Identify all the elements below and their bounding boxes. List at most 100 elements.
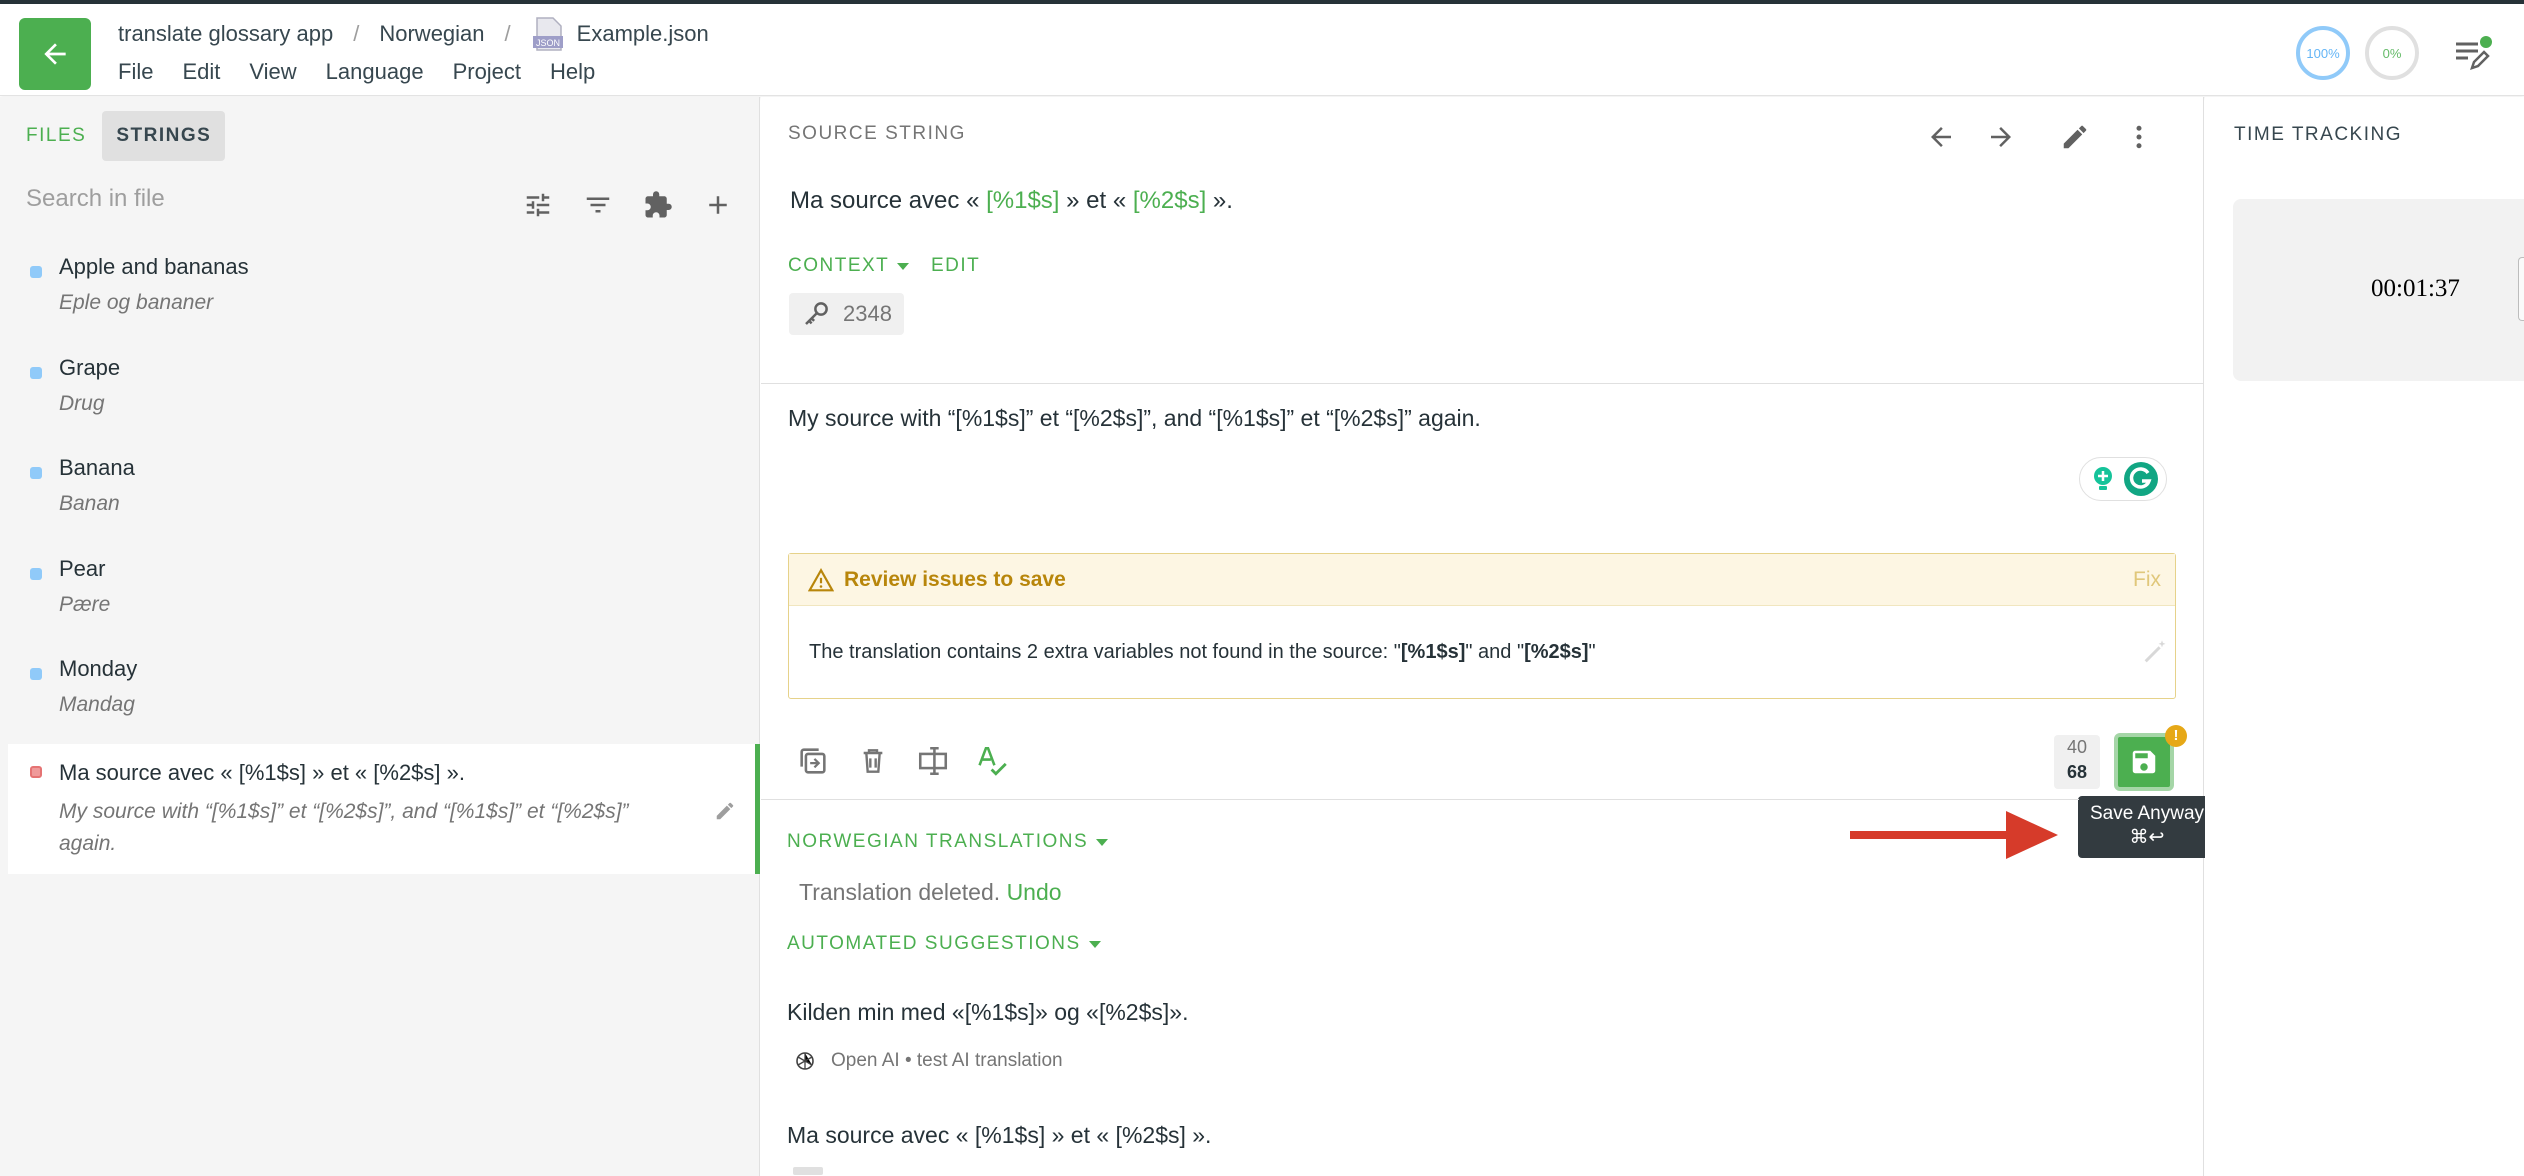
menu-view[interactable]: View (249, 59, 296, 85)
list-item[interactable]: Grape Drug (8, 355, 760, 445)
magic-wand-icon[interactable] (2141, 638, 2169, 666)
menu-project[interactable]: Project (453, 59, 521, 85)
editor-settings-button[interactable] (2452, 34, 2492, 74)
copy-source-button[interactable] (793, 741, 833, 781)
text-box-icon (918, 746, 948, 776)
list-item[interactable]: Monday Mandag (8, 656, 760, 746)
clear-translation-button[interactable] (853, 741, 893, 781)
translation-editor[interactable]: My source with “[%1$s]” et “[%2$s]”, and… (788, 405, 1481, 432)
back-button[interactable] (19, 18, 91, 90)
menu-file[interactable]: File (118, 59, 153, 85)
spellcheck-icon (978, 746, 1007, 776)
issue-text-part: The translation contains 2 extra variabl… (809, 641, 1401, 663)
source-variable[interactable]: [%2$s] (1133, 187, 1206, 214)
issue-text-part: " and " (1465, 641, 1525, 663)
warning-icon (808, 568, 834, 592)
undo-link[interactable]: Undo (1007, 879, 1062, 905)
chevron-down-icon (1096, 838, 1109, 846)
string-key-chip[interactable]: 2348 (789, 293, 904, 335)
item-translation: Pære (59, 593, 111, 616)
openai-icon (796, 1052, 814, 1070)
context-dropdown[interactable]: CONTEXT (788, 255, 910, 277)
menu-edit[interactable]: Edit (182, 59, 220, 85)
grammarly-widget[interactable] (2079, 457, 2167, 501)
item-source: Apple and bananas (59, 254, 249, 279)
spellcheck-button[interactable] (973, 741, 1013, 781)
item-source: Ma source avec « [%1$s] » et « [%2$s] ». (59, 760, 465, 785)
next-string-button[interactable] (1981, 117, 2021, 157)
timer-control[interactable] (2518, 257, 2524, 321)
issue-title: Review issues to save (844, 568, 1066, 591)
more-vert-icon (2136, 125, 2142, 149)
save-icon (2132, 750, 2156, 774)
breadcrumb-language[interactable]: Norwegian (379, 21, 484, 47)
add-string-button[interactable] (700, 187, 736, 223)
suggestions-label: AUTOMATED SUGGESTIONS (787, 933, 1081, 954)
status-dot (30, 766, 42, 778)
source-text-part: ». (1206, 187, 1233, 214)
item-translation: Banan (59, 492, 120, 515)
top-bar: translate glossary app / Norwegian / JSO… (0, 4, 2524, 96)
translated-progress[interactable]: 100% (2296, 26, 2350, 80)
breadcrumb-file[interactable]: Example.json (577, 21, 709, 47)
breadcrumb-project[interactable]: translate glossary app (118, 21, 333, 47)
suggestions-dropdown[interactable]: AUTOMATED SUGGESTIONS (787, 933, 1101, 955)
status-dot (30, 568, 42, 580)
edit-pencil-icon[interactable] (714, 800, 736, 822)
source-variable[interactable]: [%1$s] (986, 187, 1059, 214)
source-text-part: » et « (1059, 187, 1133, 214)
review-issues-panel: Review issues to save Fix The translatio… (788, 553, 2176, 699)
search-input[interactable]: Search in file (26, 185, 165, 213)
suggestion-text[interactable]: Kilden min med «[%1$s]» og «[%2$s]». (787, 999, 1188, 1026)
tune-icon (526, 193, 550, 217)
split-text-button[interactable] (913, 741, 953, 781)
search-tools (520, 187, 760, 223)
approved-progress[interactable]: 0% (2365, 26, 2419, 80)
key-icon (805, 302, 828, 325)
tune-button[interactable] (520, 187, 556, 223)
list-item[interactable]: Banana Banan (8, 455, 760, 545)
item-source: Grape (59, 355, 121, 380)
edit-context-button[interactable]: EDIT (931, 255, 980, 277)
json-badge-text: JSON (536, 38, 560, 48)
status-dot (30, 367, 42, 379)
more-options-button[interactable] (2119, 117, 2159, 157)
divider (761, 799, 2079, 800)
previous-string-button[interactable] (1921, 117, 1961, 157)
breadcrumb-separator: / (504, 21, 511, 46)
source-text-part: Ma source avec « (790, 187, 987, 214)
source-string-text: Ma source avec « [%1$s] » et « [%2$s] ». (790, 187, 1233, 215)
translations-label: NORWEGIAN TRANSLATIONS (787, 831, 1089, 852)
source-string-label: SOURCE STRING (788, 123, 966, 144)
plugins-button[interactable] (640, 187, 676, 223)
deleted-notice: Translation deleted. Undo (799, 879, 1062, 906)
divider (761, 383, 2204, 384)
item-source: Monday (59, 656, 138, 681)
tab-strings[interactable]: STRINGS (102, 111, 226, 161)
list-item-selected[interactable]: Ma source avec « [%1$s] » et « [%2$s] ».… (8, 744, 760, 874)
menu-language[interactable]: Language (326, 59, 424, 85)
tooltip-shortcut: ⌘↩ (2129, 827, 2165, 848)
save-anyway-button[interactable] (2114, 733, 2174, 791)
item-source: Banana (59, 455, 135, 480)
tab-files[interactable]: FILES (14, 111, 98, 161)
translations-dropdown[interactable]: NORWEGIAN TRANSLATIONS (787, 831, 1109, 853)
character-counter: 40 68 (2054, 735, 2100, 789)
chevron-down-icon (1088, 940, 1101, 948)
menu-help[interactable]: Help (550, 59, 595, 85)
list-item[interactable]: Apple and bananas Eple og bananer (8, 254, 760, 344)
suggestion-source-icon (793, 1167, 823, 1175)
issue-text-part: " (1588, 641, 1596, 663)
copy-source-icon (800, 748, 826, 774)
issue-message: The translation contains 2 extra variabl… (809, 641, 1596, 664)
edit-source-button[interactable] (2055, 117, 2095, 157)
key-id: 2348 (843, 301, 892, 326)
pencil-icon (2063, 125, 2087, 149)
fix-button[interactable]: Fix (2133, 568, 2161, 592)
trash-icon (863, 749, 883, 773)
context-label: CONTEXT (788, 255, 890, 276)
list-item[interactable]: Pear Pære (8, 556, 760, 646)
suggestion-text[interactable]: Ma source avec « [%1$s] » et « [%2$s] ». (787, 1122, 1211, 1149)
item-translation: Mandag (59, 693, 135, 716)
filter-button[interactable] (580, 187, 616, 223)
